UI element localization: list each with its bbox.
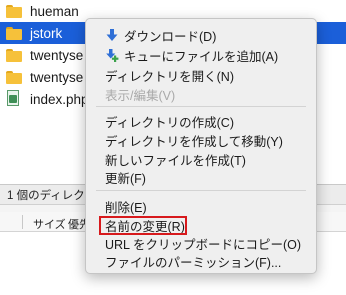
menu-label: URL をクリップボードにコピー(O) xyxy=(105,237,302,252)
menu-label: ディレクトリを開く(N) xyxy=(105,69,234,84)
menu-item-file-permissions[interactable]: ファイルのパーミッション(F)... xyxy=(86,251,316,271)
menu-item-rename[interactable]: 名前の変更(R) xyxy=(86,215,316,235)
status-text: 1 個のディレクト xyxy=(7,189,97,202)
download-arrow-icon xyxy=(105,28,119,42)
php-file-icon xyxy=(6,90,22,106)
menu-label: ファイルのパーミッション(F)... xyxy=(105,255,282,270)
column-size[interactable]: サイズ xyxy=(33,216,66,232)
context-menu: ダウンロード(D) キューにファイルを追加(A) ディレクトリを開く(N) 表示… xyxy=(85,18,317,274)
menu-label: ダウンロード(D) xyxy=(124,29,217,44)
menu-label: 削除(E) xyxy=(105,200,147,215)
file-name: hueman xyxy=(30,3,79,19)
menu-label: 名前の変更(R) xyxy=(105,219,185,234)
file-name: jstork xyxy=(30,25,63,41)
menu-label: 更新(F) xyxy=(105,171,146,186)
menu-label: キューにファイルを追加(A) xyxy=(124,49,279,64)
menu-label: ディレクトリを作成して移動(Y) xyxy=(105,134,283,149)
folder-icon xyxy=(6,4,22,18)
menu-item-view-edit: 表示/編集(V) xyxy=(86,84,316,104)
menu-item-copy-url[interactable]: URL をクリップボードにコピー(O) xyxy=(86,233,316,253)
menu-separator xyxy=(96,106,306,107)
folder-icon xyxy=(6,48,22,62)
menu-label: ディレクトリの作成(C) xyxy=(105,115,234,130)
menu-item-create-file[interactable]: 新しいファイルを作成(T) xyxy=(86,149,316,169)
menu-label: 新しいファイルを作成(T) xyxy=(105,153,246,168)
add-to-queue-icon xyxy=(105,48,119,62)
file-name: index.php xyxy=(30,91,89,107)
menu-item-download[interactable]: ダウンロード(D) xyxy=(86,25,316,45)
menu-item-open-directory[interactable]: ディレクトリを開く(N) xyxy=(86,65,316,85)
folder-icon xyxy=(6,26,22,40)
folder-icon xyxy=(6,70,22,84)
menu-item-create-directory[interactable]: ディレクトリの作成(C) xyxy=(86,111,316,131)
menu-item-create-and-enter-directory[interactable]: ディレクトリを作成して移動(Y) xyxy=(86,130,316,150)
menu-separator xyxy=(96,190,306,191)
menu-item-delete[interactable]: 削除(E) xyxy=(86,196,316,216)
menu-item-refresh[interactable]: 更新(F) xyxy=(86,167,316,187)
column-divider[interactable] xyxy=(22,215,23,229)
menu-label: 表示/編集(V) xyxy=(105,88,176,103)
menu-item-add-to-queue[interactable]: キューにファイルを追加(A) xyxy=(86,45,316,65)
